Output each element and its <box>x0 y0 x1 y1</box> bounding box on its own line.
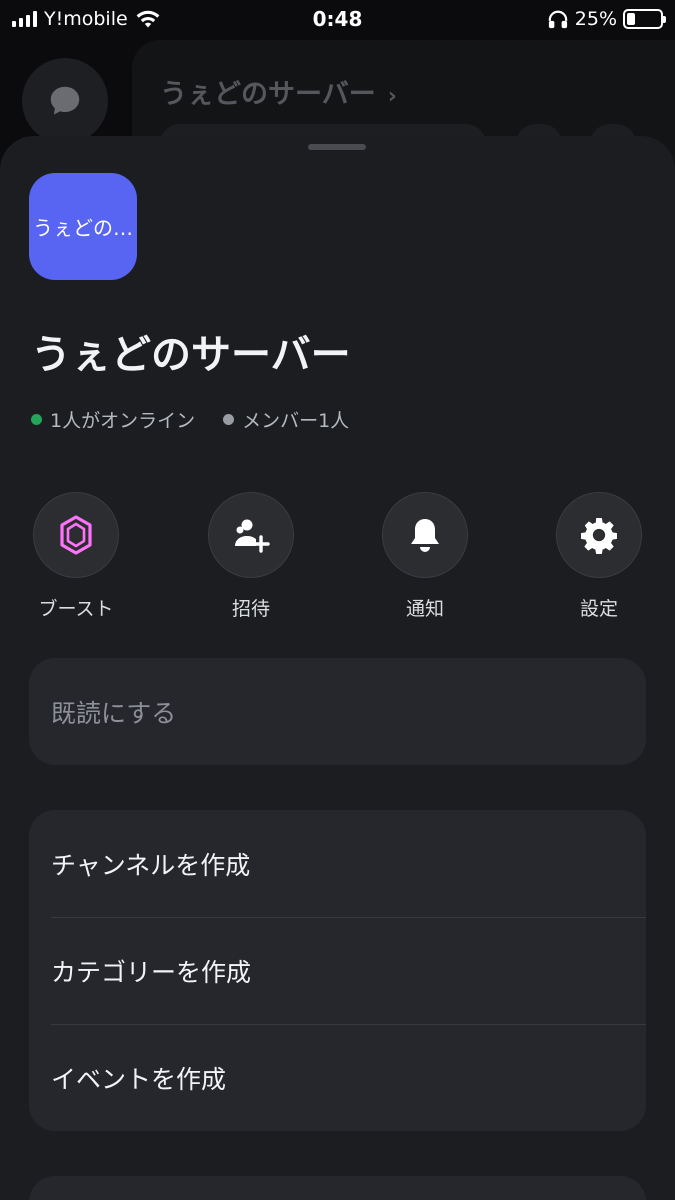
status-bar: Y!mobile 0:48 25% <box>0 0 675 38</box>
boost-button-circle[interactable] <box>33 492 119 578</box>
chevron-right-icon: › <box>387 84 397 109</box>
headphones-icon <box>548 10 568 29</box>
create-menu-card: チャンネルを作成 カテゴリーを作成 イベントを作成 <box>29 810 646 1131</box>
boost-gem-icon <box>60 515 92 555</box>
cellular-signal-icon <box>12 11 37 27</box>
boost-label: ブースト <box>38 598 114 620</box>
invite-button-circle[interactable] <box>208 492 294 578</box>
server-menu-sheet: うぇどの… うぇどのサーバー 1人がオンライン メンバー1人 ブースト 招待 通… <box>0 136 675 1200</box>
chat-bubble-icon <box>50 86 80 115</box>
bell-icon <box>411 519 439 552</box>
battery-icon <box>623 9 666 29</box>
create-event-item[interactable]: イベントを作成 <box>29 1024 646 1131</box>
server-icon: うぇどの… <box>29 173 137 280</box>
direct-messages-button[interactable] <box>22 58 108 144</box>
sheet-drag-handle[interactable] <box>308 144 366 150</box>
carrier-name: Y!mobile <box>44 8 128 30</box>
invite-label: 招待 <box>231 598 270 620</box>
online-count: 1人がオンライン <box>31 406 195 433</box>
member-count-text: メンバー1人 <box>242 410 350 432</box>
more-options-card <box>29 1176 646 1200</box>
online-count-text: 1人がオンライン <box>50 410 196 432</box>
member-count: メンバー1人 <box>223 406 349 433</box>
server-icon-text: うぇどの… <box>33 216 133 240</box>
screen: うぇどのサーバー › Y!mobile 0:48 25% うぇどの… うぇどのサ… <box>0 0 675 1200</box>
notifications-button-circle[interactable] <box>382 492 468 578</box>
mark-read-card: 既読にする <box>29 658 646 765</box>
settings-button-circle[interactable] <box>556 492 642 578</box>
create-channel-item[interactable]: チャンネルを作成 <box>29 810 646 917</box>
mark-as-read-item[interactable]: 既読にする <box>29 658 646 765</box>
invite-person-plus-icon <box>235 519 270 553</box>
settings-button[interactable]: 設定 <box>539 492 659 621</box>
battery-percentage: 25% <box>574 8 617 30</box>
online-status-dot <box>31 414 42 425</box>
invite-button[interactable]: 招待 <box>191 492 311 621</box>
notifications-button[interactable]: 通知 <box>365 492 485 621</box>
server-stats: 1人がオンライン メンバー1人 <box>31 406 349 433</box>
notifications-label: 通知 <box>405 598 444 620</box>
background-server-title: うぇどのサーバー › <box>160 79 397 110</box>
settings-label: 設定 <box>579 598 618 620</box>
member-status-dot <box>223 414 235 425</box>
boost-button[interactable]: ブースト <box>16 492 136 621</box>
gear-icon <box>581 518 617 554</box>
wifi-icon <box>136 10 160 28</box>
quick-actions: ブースト 招待 通知 設定 <box>0 492 675 632</box>
server-name: うぇどのサーバー <box>31 332 351 378</box>
create-category-item[interactable]: カテゴリーを作成 <box>29 917 646 1024</box>
